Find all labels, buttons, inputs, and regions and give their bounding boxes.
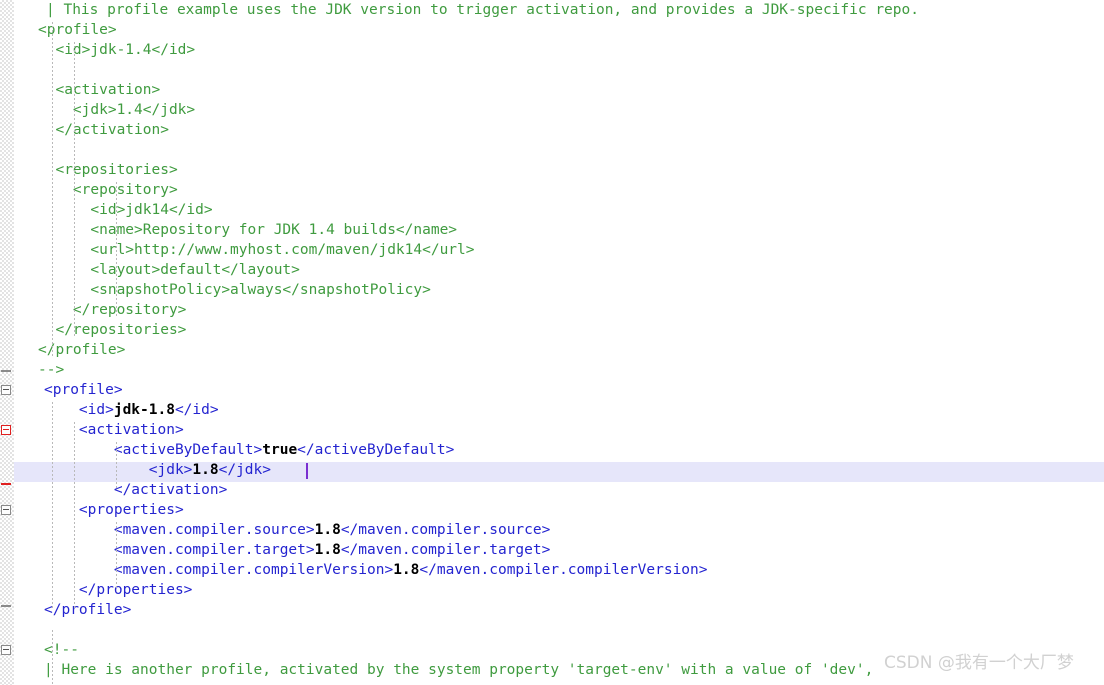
code-token: </activation> <box>38 122 169 138</box>
code-token: | This profile example uses the JDK vers… <box>46 2 919 18</box>
code-token: 1.8 <box>314 522 341 538</box>
code-token: <id>jdk14</id> <box>38 202 213 218</box>
code-line[interactable]: <snapshotPolicy>always</snapshotPolicy> <box>14 280 1104 300</box>
code-token: <activeByDefault> <box>44 442 263 458</box>
code-token: </activation> <box>44 482 228 498</box>
code-line[interactable]: </profile> <box>14 340 1104 360</box>
code-fold-end-icon[interactable] <box>1 370 11 372</box>
code-token: 1.8 <box>314 542 341 558</box>
code-token: <maven.compiler.target> <box>44 542 315 558</box>
code-line[interactable] <box>14 620 1104 640</box>
code-token: 1.8 <box>393 562 420 578</box>
code-line[interactable]: </activation> <box>14 480 1104 500</box>
code-token: <repositories> <box>38 162 178 178</box>
code-fold-end-icon[interactable] <box>1 605 11 607</box>
indent-guide <box>116 182 117 318</box>
code-token: <profile> <box>38 22 117 38</box>
code-line[interactable]: <activeByDefault>true</activeByDefault> <box>14 440 1104 460</box>
code-line[interactable]: <name>Repository for JDK 1.4 builds</nam… <box>14 220 1104 240</box>
code-token: <activation> <box>44 422 184 438</box>
code-token: true <box>262 442 298 458</box>
code-token: <repository> <box>38 182 178 198</box>
code-token: </maven.compiler.source> <box>340 522 551 538</box>
code-line[interactable]: <repository> <box>14 180 1104 200</box>
code-line[interactable]: <jdk>1.4</jdk> <box>14 100 1104 120</box>
code-token: <maven.compiler.source> <box>44 522 315 538</box>
code-line[interactable]: | This profile example uses the JDK vers… <box>14 0 1104 20</box>
code-line[interactable]: <activation> <box>14 420 1104 440</box>
code-line[interactable] <box>14 140 1104 160</box>
code-line[interactable]: </profile> <box>14 600 1104 620</box>
code-line[interactable]: </repository> <box>14 300 1104 320</box>
indent-guide <box>52 402 53 610</box>
code-line[interactable]: </activation> <box>14 120 1104 140</box>
code-line[interactable]: <id>jdk-1.4</id> <box>14 40 1104 60</box>
code-line[interactable]: <maven.compiler.compilerVersion>1.8</mav… <box>14 560 1104 580</box>
code-token: </properties> <box>44 582 193 598</box>
code-line[interactable]: | Here is another profile, activated by … <box>14 660 1104 680</box>
indent-guide <box>116 442 117 490</box>
code-fold-toggle-icon[interactable] <box>1 505 11 515</box>
code-line[interactable]: <jdk>1.8</jdk> <box>14 460 1104 480</box>
code-token: <url>http://www.myhost.com/maven/jdk14</… <box>38 242 475 258</box>
code-lines[interactable]: | This profile example uses the JDK vers… <box>14 0 1104 680</box>
code-token: </maven.compiler.target> <box>340 542 551 558</box>
code-fold-toggle-active-icon[interactable] <box>1 425 11 435</box>
code-line[interactable]: <properties> <box>14 500 1104 520</box>
code-token: <jdk> <box>44 462 193 478</box>
code-token: <properties> <box>44 502 184 518</box>
code-line[interactable]: <id>jdk14</id> <box>14 200 1104 220</box>
code-line[interactable]: <profile> <box>14 380 1104 400</box>
editor-gutter[interactable] <box>0 0 14 685</box>
code-token: <maven.compiler.compilerVersion> <box>44 562 394 578</box>
code-token: </id> <box>174 402 219 418</box>
code-line[interactable] <box>14 60 1104 80</box>
indent-guide <box>52 22 53 358</box>
indent-guide <box>116 522 117 590</box>
code-token: </repositories> <box>38 322 187 338</box>
code-token: jdk-1.8 <box>113 402 175 418</box>
code-token: <snapshotPolicy>always</snapshotPolicy> <box>38 282 431 298</box>
code-token: <layout>default</layout> <box>38 262 300 278</box>
code-line[interactable]: <url>http://www.myhost.com/maven/jdk14</… <box>14 240 1104 260</box>
code-fold-toggle-icon[interactable] <box>1 645 11 655</box>
code-token: <!-- <box>44 642 79 658</box>
code-token: <id>jdk-1.4</id> <box>38 42 196 58</box>
code-token: </maven.compiler.compilerVersion> <box>419 562 708 578</box>
code-line[interactable]: <profile> <box>14 20 1104 40</box>
code-token: --> <box>38 362 65 378</box>
code-token: </repository> <box>38 302 187 318</box>
text-caret <box>306 463 308 479</box>
indent-guide <box>52 630 53 685</box>
code-line[interactable]: <maven.compiler.target>1.8</maven.compil… <box>14 540 1104 560</box>
code-token: <name>Repository for JDK 1.4 builds</nam… <box>38 222 458 238</box>
code-token: </activeByDefault> <box>297 442 455 458</box>
code-line[interactable]: <repositories> <box>14 160 1104 180</box>
code-line[interactable]: <maven.compiler.source>1.8</maven.compil… <box>14 520 1104 540</box>
code-line[interactable]: <layout>default</layout> <box>14 260 1104 280</box>
code-fold-toggle-icon[interactable] <box>1 385 11 395</box>
code-token: | Here is another profile, activated by … <box>44 662 874 678</box>
code-line[interactable]: --> <box>14 360 1104 380</box>
code-line[interactable]: <!-- <box>14 640 1104 660</box>
code-token: <jdk>1.4</jdk> <box>38 102 196 118</box>
indent-guide <box>74 42 75 338</box>
xml-code-editor[interactable]: | This profile example uses the JDK vers… <box>0 0 1104 685</box>
code-token: <activation> <box>38 82 161 98</box>
code-token: <id> <box>44 402 114 418</box>
code-line[interactable]: <id>jdk-1.8</id> <box>14 400 1104 420</box>
code-line[interactable]: </properties> <box>14 580 1104 600</box>
code-token: 1.8 <box>192 462 219 478</box>
code-token: </jdk> <box>218 462 271 478</box>
code-surface[interactable]: | This profile example uses the JDK vers… <box>14 0 1104 685</box>
indent-guide <box>74 422 75 610</box>
code-token: <profile> <box>44 382 123 398</box>
code-line[interactable]: <activation> <box>14 80 1104 100</box>
code-line[interactable]: </repositories> <box>14 320 1104 340</box>
code-fold-end-active-icon[interactable] <box>1 483 11 485</box>
code-token: </profile> <box>44 602 132 618</box>
